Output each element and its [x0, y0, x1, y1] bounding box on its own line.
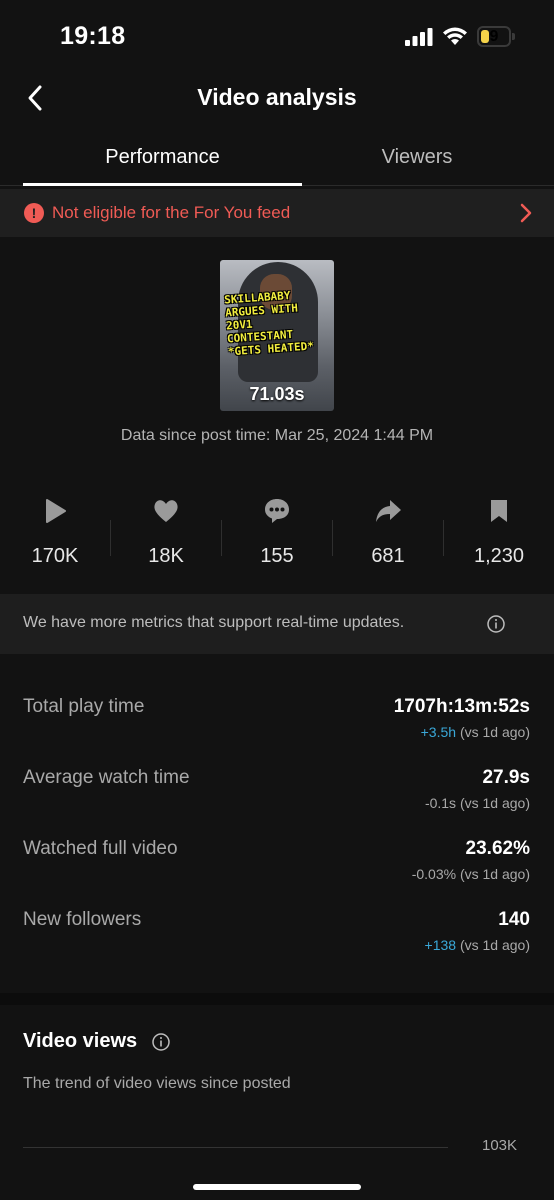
- status-bar: 19:18 9: [0, 0, 554, 72]
- battery-icon: 9: [477, 26, 515, 47]
- realtime-notice-text: We have more metrics that support real-t…: [23, 614, 405, 631]
- chart-y-tick: 103K: [482, 1137, 518, 1154]
- bookmark-icon: [491, 500, 507, 522]
- chart-gridline: [23, 1147, 448, 1148]
- metric-comments: 155: [222, 497, 332, 568]
- metric-plays: 170K: [0, 497, 110, 568]
- stat-value-watched-full-video: 23.62%: [465, 838, 530, 859]
- video-views-subtitle: The trend of video views since posted: [23, 1075, 291, 1092]
- stat-label-watched-full-video: Watched full video: [23, 838, 178, 859]
- metric-value: 1,230: [473, 545, 525, 567]
- change-amount: -0.1s: [424, 795, 457, 811]
- change-amount: -0.03%: [411, 866, 457, 882]
- video-duration: 71.03s: [249, 384, 305, 404]
- status-time: 19:18: [60, 22, 126, 50]
- change-amount: +3.5h: [420, 724, 457, 740]
- info-icon[interactable]: [487, 615, 505, 633]
- video-thumbnail[interactable]: SKILLABABY ARGUES WITH 20V1 CONTESTANT *…: [220, 260, 334, 411]
- cellular-signal-icon: [405, 28, 433, 46]
- tab-bar: Performance Viewers: [0, 140, 554, 186]
- stat-value-total-play-time: 1707h:13m:52s: [393, 696, 530, 717]
- info-icon[interactable]: [152, 1033, 170, 1051]
- stat-label-average-watch-time: Average watch time: [23, 767, 190, 788]
- stat-change-watched-full-video: -0.03% (vs 1d ago): [412, 866, 530, 882]
- tab-viewers[interactable]: Viewers: [302, 146, 532, 169]
- battery-level: 9: [489, 28, 499, 45]
- change-suffix: (vs 1d ago): [456, 795, 530, 811]
- chevron-right-icon: [520, 203, 532, 223]
- alert-text: Not eligible for the For You feed: [52, 203, 291, 222]
- comment-icon: [265, 499, 289, 523]
- change-suffix: (vs 1d ago): [456, 866, 530, 882]
- exclamation-icon: !: [24, 203, 44, 223]
- change-amount: +138: [424, 937, 457, 953]
- metric-value: 18K: [148, 545, 184, 567]
- wifi-icon: [443, 27, 467, 45]
- eligibility-alert[interactable]: ! Not eligible for the For You feed: [0, 189, 554, 237]
- stat-change-average-watch-time: -0.1s (vs 1d ago): [425, 795, 530, 811]
- share-icon: [376, 500, 401, 522]
- stat-change-total-play-time: +3.5h (vs 1d ago): [421, 724, 530, 740]
- stat-value-new-followers: 140: [498, 909, 530, 930]
- realtime-notice: We have more metrics that support real-t…: [0, 594, 554, 654]
- play-icon: [46, 499, 66, 523]
- stat-change-new-followers: +138 (vs 1d ago): [425, 937, 530, 953]
- metric-likes: 18K: [111, 497, 221, 568]
- change-suffix: (vs 1d ago): [456, 724, 530, 740]
- metric-value: 155: [260, 545, 294, 567]
- page-title: Video analysis: [197, 84, 357, 110]
- active-tab-indicator: [23, 183, 302, 186]
- metric-value: 681: [371, 545, 405, 567]
- change-suffix: (vs 1d ago): [456, 937, 530, 953]
- metric-saves: 1,230: [444, 497, 554, 568]
- metric-shares: 681: [333, 497, 443, 568]
- home-indicator[interactable]: [193, 1184, 361, 1190]
- stat-label-total-play-time: Total play time: [23, 696, 145, 717]
- stat-label-new-followers: New followers: [23, 909, 142, 930]
- metric-value: 170K: [31, 545, 79, 567]
- heart-icon: [154, 500, 178, 522]
- tab-performance[interactable]: Performance: [23, 146, 302, 169]
- data-since-text: Data since post time: Mar 25, 2024 1:44 …: [120, 427, 434, 444]
- thumbnail-caption: SKILLABABY ARGUES WITH 20V1 CONTESTANT *…: [224, 287, 328, 358]
- video-views-title: Video views: [23, 1030, 138, 1052]
- section-divider: [0, 993, 554, 1005]
- stat-value-average-watch-time: 27.9s: [482, 767, 530, 788]
